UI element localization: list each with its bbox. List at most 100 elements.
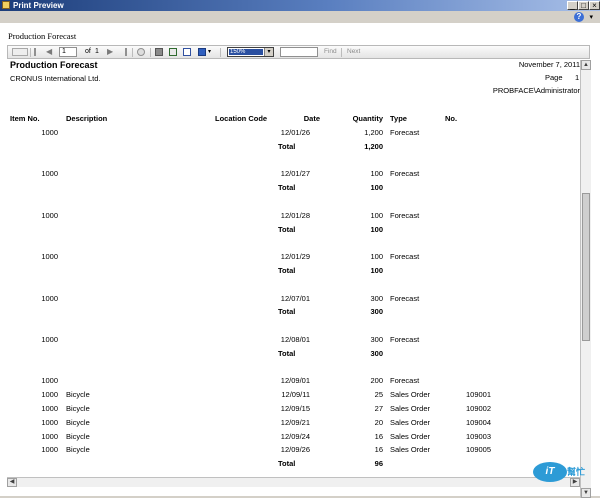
date-cell: 12/01/28 bbox=[280, 210, 310, 220]
company-name: CRONUS International Ltd. bbox=[10, 74, 101, 83]
export-icon[interactable] bbox=[198, 48, 206, 56]
group-total-label: Total bbox=[278, 348, 296, 358]
previous-page-icon[interactable]: ◀ bbox=[46, 47, 52, 57]
page-number-input[interactable]: 1 bbox=[59, 47, 77, 57]
date-cell: 12/07/01 bbox=[280, 293, 310, 303]
page-setup-icon[interactable] bbox=[183, 48, 191, 56]
window-title: Print Preview bbox=[13, 1, 64, 10]
horizontal-scrollbar[interactable]: ◀ ▶ bbox=[7, 477, 580, 487]
document-map-icon[interactable] bbox=[12, 48, 28, 56]
quantity-cell: 100 bbox=[370, 210, 383, 220]
group-total-value: 96 bbox=[374, 459, 383, 469]
column-header-type: Type bbox=[390, 114, 407, 123]
minimize-button[interactable]: _ bbox=[567, 1, 578, 10]
date-cell: 12/08/01 bbox=[280, 335, 310, 344]
find-link[interactable]: Find bbox=[324, 47, 337, 57]
column-header-quantity: Quantity bbox=[352, 114, 383, 123]
item-no-cell: 1000 bbox=[41, 252, 58, 262]
description-cell: Bicycle bbox=[66, 390, 90, 400]
type-cell: Sales Order bbox=[390, 445, 431, 455]
page-label: Page bbox=[545, 73, 563, 82]
column-header-description: Description bbox=[66, 114, 108, 123]
quantity-cell: 1,200 bbox=[364, 128, 383, 137]
item-no-cell: 1000 bbox=[41, 128, 58, 137]
export-dropdown-icon[interactable]: ▾ bbox=[208, 47, 211, 57]
description-cell: Bicycle bbox=[66, 404, 90, 413]
column-header-item-no: Item No. bbox=[10, 114, 40, 123]
date-cell: 12/09/15 bbox=[280, 404, 310, 413]
report-user: PROBFACE\Administrator bbox=[492, 86, 580, 95]
toolbar-separator bbox=[30, 48, 31, 57]
quantity-cell: 100 bbox=[370, 169, 383, 179]
item-no-cell: 1000 bbox=[41, 417, 58, 427]
quantity-cell: 300 bbox=[370, 335, 383, 344]
zoom-value: 150% bbox=[229, 49, 263, 55]
doc-no-cell: 109004 bbox=[466, 417, 492, 427]
type-cell: Forecast bbox=[390, 376, 420, 386]
find-text-input[interactable] bbox=[280, 47, 318, 57]
type-cell: Forecast bbox=[390, 252, 420, 262]
stop-icon[interactable] bbox=[137, 48, 145, 56]
toolbar-separator bbox=[220, 48, 221, 57]
date-cell: 12/01/29 bbox=[280, 252, 310, 262]
group-total-value: 100 bbox=[370, 183, 383, 193]
quantity-cell: 100 bbox=[370, 252, 383, 262]
type-cell: Forecast bbox=[390, 128, 420, 137]
description-cell: Bicycle bbox=[66, 431, 90, 441]
report-date: November 7, 2011 bbox=[518, 60, 580, 69]
date-cell: 12/09/24 bbox=[280, 431, 310, 441]
description-cell: Bicycle bbox=[66, 445, 90, 455]
quantity-cell: 16 bbox=[374, 431, 383, 441]
logo-text: 幫忙 bbox=[567, 467, 586, 477]
type-cell: Sales Order bbox=[390, 404, 431, 413]
date-cell: 12/09/21 bbox=[280, 417, 310, 427]
vertical-scroll-thumb[interactable] bbox=[582, 193, 590, 341]
next-page-icon[interactable]: ▶ bbox=[107, 47, 113, 57]
column-header-no: No. bbox=[445, 114, 458, 123]
logo-badge: iT bbox=[533, 462, 567, 482]
maximize-button[interactable]: □ bbox=[578, 1, 589, 10]
type-cell: Sales Order bbox=[390, 431, 431, 441]
page-total: 1 bbox=[95, 48, 99, 55]
report-viewer-toolbar: ◀ 1 of 1 ▶ ▾ 150% ▾ Find Next bbox=[7, 45, 590, 59]
group-total-label: Total bbox=[278, 183, 296, 193]
print-layout-icon[interactable] bbox=[169, 48, 177, 56]
item-no-cell: 1000 bbox=[41, 431, 58, 441]
column-header-location-code: Location Code bbox=[215, 114, 268, 123]
print-icon[interactable] bbox=[155, 48, 163, 56]
doc-no-cell: 109001 bbox=[466, 390, 492, 400]
help-dropdown-icon[interactable]: ▾ bbox=[589, 13, 593, 21]
quantity-cell: 200 bbox=[370, 376, 383, 386]
quantity-cell: 300 bbox=[370, 293, 383, 303]
quantity-cell: 25 bbox=[374, 390, 383, 400]
app-icon bbox=[2, 1, 10, 9]
close-button[interactable]: × bbox=[589, 1, 600, 10]
report-title: Production Forecast bbox=[10, 60, 98, 70]
zoom-dropdown-icon[interactable]: ▾ bbox=[264, 48, 273, 56]
scroll-left-icon[interactable]: ◀ bbox=[7, 478, 17, 487]
date-cell: 12/09/01 bbox=[280, 376, 310, 386]
next-link[interactable]: Next bbox=[347, 47, 360, 57]
zoom-select[interactable]: 150% ▾ bbox=[227, 47, 274, 57]
vertical-scrollbar[interactable]: ▲ ▼ bbox=[580, 60, 591, 498]
item-no-cell: 1000 bbox=[41, 445, 58, 455]
group-total-label: Total bbox=[278, 307, 296, 317]
type-cell: Sales Order bbox=[390, 417, 431, 427]
toolbar-separator bbox=[150, 48, 151, 57]
first-page-icon[interactable] bbox=[34, 48, 42, 56]
scroll-up-icon[interactable]: ▲ bbox=[581, 60, 591, 70]
scroll-down-icon[interactable]: ▼ bbox=[581, 488, 591, 498]
help-icon[interactable]: ? bbox=[574, 12, 584, 22]
group-total-value: 300 bbox=[370, 348, 383, 358]
date-cell: 12/01/26 bbox=[280, 128, 310, 137]
last-page-icon[interactable] bbox=[119, 48, 127, 56]
ithome-logo: iT 幫忙 bbox=[533, 459, 591, 483]
date-cell: 12/09/11 bbox=[281, 390, 310, 400]
window-title-bar[interactable]: Print Preview _ □ × bbox=[0, 0, 600, 11]
type-cell: Forecast bbox=[390, 169, 420, 179]
item-no-cell: 1000 bbox=[41, 404, 58, 413]
date-cell: 12/09/26 bbox=[280, 445, 310, 455]
doc-no-cell: 109002 bbox=[466, 404, 492, 413]
type-cell: Forecast bbox=[390, 293, 420, 303]
group-total-label: Total bbox=[278, 459, 296, 469]
